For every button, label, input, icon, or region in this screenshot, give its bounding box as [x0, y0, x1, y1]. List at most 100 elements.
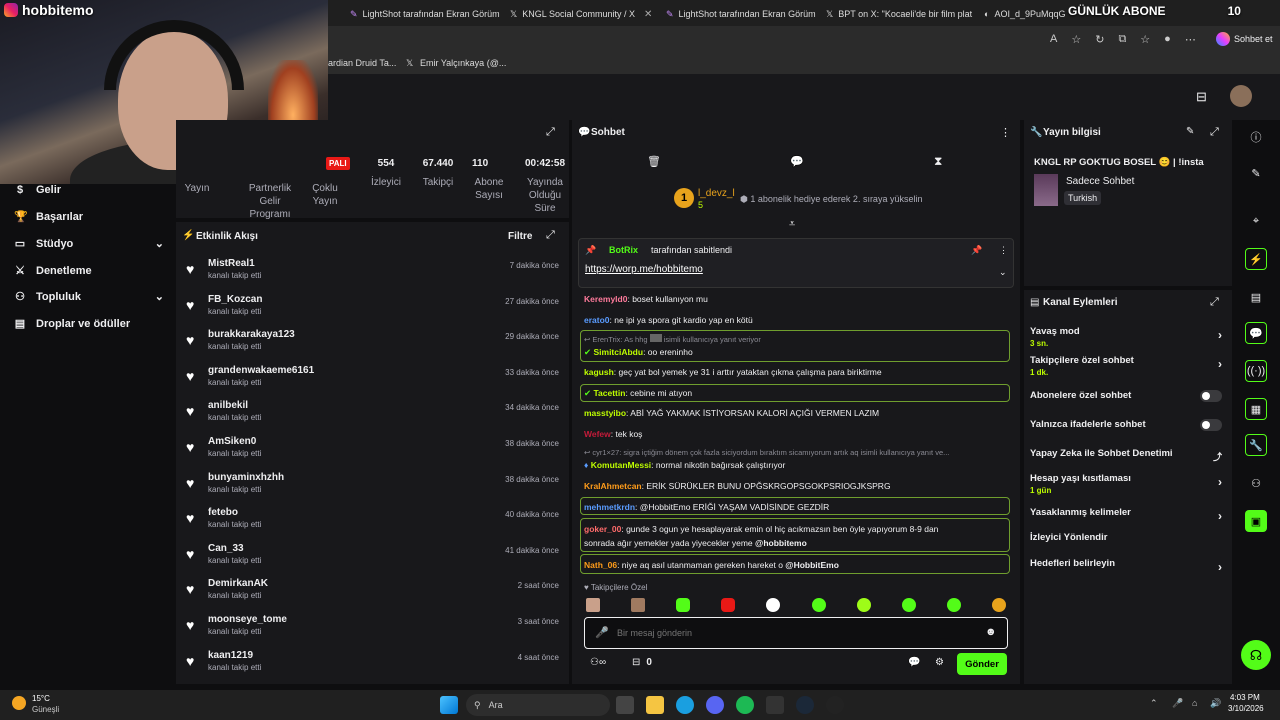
sidebar-item-studio[interactable]: ▭ Stüdyo ⌄ [14, 237, 164, 251]
gear-icon[interactable]: ⚙ [935, 657, 944, 668]
steam-icon[interactable] [796, 696, 814, 714]
emote-icon[interactable] [631, 598, 646, 612]
popout-icon[interactable]: ⤢ [546, 126, 555, 139]
toggle-switch[interactable] [1200, 419, 1222, 431]
gift-box-icon[interactable]: ⊟ [1196, 89, 1207, 105]
popout-icon[interactable]: ⤢ [546, 229, 555, 242]
extensions-icon[interactable]: ⧉ [1118, 33, 1126, 46]
clock-time[interactable]: 4:03 PM [1230, 693, 1260, 702]
chat-input[interactable] [617, 625, 957, 641]
weather-desc[interactable]: Güneşli [32, 705, 59, 714]
sidebar-item-moderation[interactable]: ⚔ Denetleme [14, 264, 164, 278]
follower-name[interactable]: moonseye_tome [208, 614, 287, 625]
avatar[interactable] [1230, 85, 1252, 107]
follower-name[interactable]: anilbekil [208, 400, 248, 411]
chat-bubble-icon[interactable]: 💬 [1245, 322, 1267, 344]
wrench-icon[interactable]: 🔧 [1245, 434, 1267, 456]
task-view-icon[interactable] [616, 696, 634, 714]
browser-tab[interactable]: 𝕏BPT on X: "Kocaeli'de bir film plat✕ [820, 3, 980, 25]
support-icon[interactable]: ☊ [1241, 640, 1271, 670]
popout-icon[interactable]: ⤢ [1210, 296, 1219, 309]
network-icon[interactable]: ⌂ [1192, 698, 1197, 708]
action-goals[interactable]: Hedefleri belirleyin › [1030, 558, 1226, 574]
action-ai-moderation[interactable]: Yapay Zeka ile Sohbet Denetimi ⤴ [1030, 448, 1226, 462]
emote-icon[interactable] [586, 598, 600, 612]
toggle-switch[interactable] [1200, 390, 1222, 402]
info-icon[interactable]: ⓘ [1245, 126, 1267, 148]
follower-name[interactable]: kaan1219 [208, 650, 253, 661]
send-button[interactable]: Gönder [957, 653, 1007, 675]
emote-icon[interactable] [991, 598, 1006, 612]
emoji-icon[interactable]: ☻ [985, 626, 997, 638]
emote-icon[interactable] [766, 598, 781, 612]
action-followers-only[interactable]: Takipçilere özel sohbet 1 dk. › [1030, 355, 1226, 377]
action-account-age[interactable]: Hesap yaşı kısıtlaması 1 gün › [1030, 473, 1226, 495]
action-slow-mode[interactable]: Yavaş mod 3 sn. › [1030, 326, 1226, 348]
browser-tab[interactable]: ◐ AOI_d_9PuMqqGU [978, 3, 1066, 25]
sidebar-item-drops[interactable]: ▤ Droplar ve ödüller [14, 317, 164, 331]
chat-bubble-icon[interactable]: 💬 [790, 155, 804, 168]
more-vertical-icon[interactable]: ⋮ [999, 245, 1008, 256]
sidebar-item-achievements[interactable]: 🏆 Başarılar [14, 210, 164, 224]
bookmark-item[interactable]: Emir Yalçınkaya (@... [420, 58, 506, 68]
follower-name[interactable]: burakkarakaya123 [208, 329, 295, 340]
action-host[interactable]: İzleyici Yönlendir [1030, 532, 1226, 543]
refresh-icon[interactable]: ↻ [1095, 33, 1104, 46]
community-icon[interactable]: ⚇ [1245, 472, 1267, 494]
trash-icon[interactable]: 🗑 [647, 155, 661, 168]
obs-icon[interactable] [826, 696, 844, 714]
follower-name[interactable]: DemirkanAK [208, 578, 268, 589]
emote-icon[interactable] [901, 598, 916, 612]
microphone-icon[interactable]: 🎤 [595, 626, 609, 639]
spotify-icon[interactable] [736, 696, 754, 714]
browser-tab[interactable]: 𝕏 KNGL Social Community / X ✕ [504, 3, 660, 25]
list-icon[interactable]: ▤ [1245, 286, 1267, 308]
file-explorer-icon[interactable] [646, 696, 664, 714]
popout-icon[interactable]: ⤢ [1210, 126, 1219, 139]
channel-points[interactable]: ⊟ 0 [632, 657, 652, 668]
lightning-icon[interactable]: ⚡ [1245, 248, 1267, 270]
browser-tab[interactable]: ✎LightShot tarafından Ekran Görüm✕ [344, 3, 504, 25]
follower-name[interactable]: Can_33 [208, 543, 244, 554]
gift-user[interactable]: l_devz_l [698, 188, 735, 199]
filter-button[interactable]: Filtre [508, 231, 532, 242]
edit-icon[interactable]: ✎ [1245, 162, 1267, 184]
edit-icon[interactable]: ✎ [1186, 126, 1194, 137]
emote-icon[interactable] [856, 598, 871, 612]
volume-icon[interactable]: 🔊 [1210, 698, 1221, 709]
chevron-down-icon[interactable]: ⌄ [999, 267, 1007, 278]
copilot-button[interactable]: Sohbet et [1216, 32, 1273, 46]
sidebar-item-community[interactable]: ⚇ Topluluk ⌄ [14, 290, 164, 304]
close-icon[interactable]: ✕ [644, 9, 652, 20]
discord-icon[interactable] [706, 696, 724, 714]
clips-icon[interactable]: ▣ [1245, 510, 1267, 532]
emote-icon[interactable] [811, 598, 826, 612]
pinned-link[interactable]: https://worp.me/hobbitemo [585, 264, 703, 275]
category-name[interactable]: Sadece Sohbet [1066, 176, 1134, 187]
windows-start-icon[interactable] [440, 696, 458, 714]
chat-bubble-icon[interactable]: 💬 [908, 657, 920, 668]
emote-icon[interactable] [676, 598, 691, 612]
microphone-icon[interactable]: 🎤 [1172, 698, 1183, 709]
follower-name[interactable]: FB_Kozcan [208, 294, 262, 305]
bookmark-item[interactable]: ardian Druid Ta... [328, 58, 396, 68]
browser-tab[interactable]: ✎LightShot tarafından Ekran Görüm✕ [660, 3, 820, 25]
clock-date[interactable]: 3/10/2026 [1228, 704, 1264, 713]
tray-chevron-icon[interactable]: ⌃ [1150, 698, 1158, 709]
favorites-icon[interactable]: ☆ [1140, 33, 1150, 46]
broadcast-icon[interactable]: ((·)) [1245, 360, 1267, 382]
follower-name[interactable]: AmSiken0 [208, 436, 256, 447]
read-aloud-icon[interactable]: A [1050, 33, 1057, 46]
emote-icon[interactable] [721, 598, 736, 612]
layout-icon[interactable]: ▦ [1245, 398, 1267, 420]
more-vertical-icon[interactable]: ⋮ [1000, 126, 1011, 139]
weather-temp[interactable]: 15°C [32, 694, 50, 703]
terminal-icon[interactable] [766, 696, 784, 714]
community-icon[interactable]: ⚇∞ [590, 657, 606, 668]
follower-name[interactable]: MistReal1 [208, 258, 255, 269]
taskbar-search[interactable]: ⚲ Ara [466, 694, 610, 716]
hourglass-icon[interactable]: ⧗ [934, 154, 942, 169]
favorite-star-icon[interactable]: ☆ [1071, 33, 1081, 46]
sidebar-item-revenue[interactable]: $ Gelir [14, 184, 164, 196]
target-icon[interactable]: ⌖ [1245, 210, 1267, 232]
